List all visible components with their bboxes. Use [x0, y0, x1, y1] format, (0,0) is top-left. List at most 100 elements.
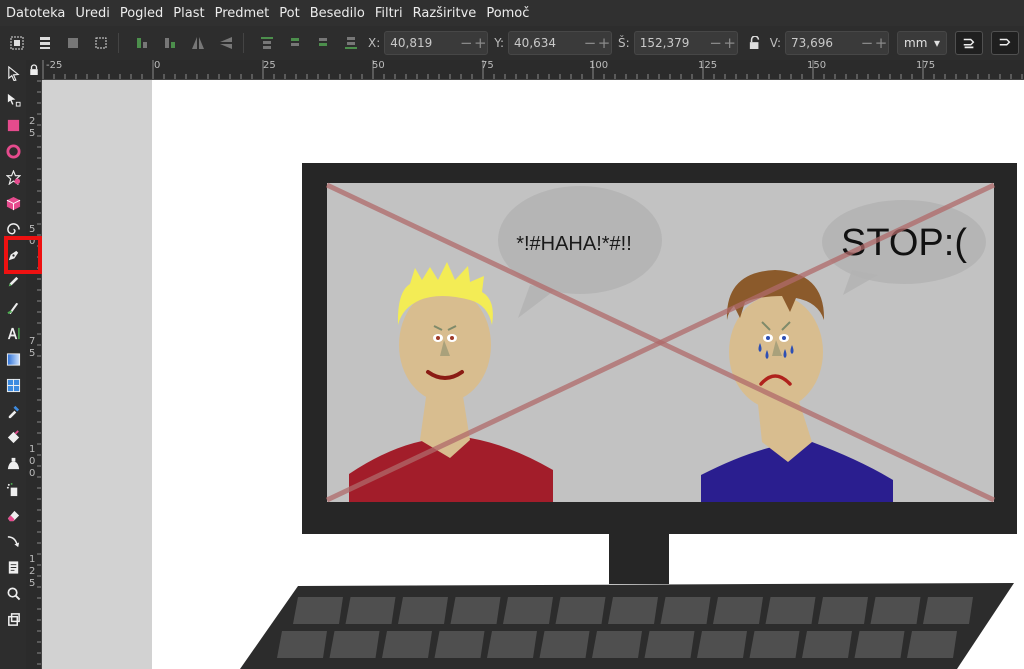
ruler-label: 0 — [29, 456, 36, 467]
keyboard-key — [555, 597, 606, 624]
keyboard-key — [277, 631, 327, 658]
select-all-icon[interactable] — [6, 32, 28, 54]
decrement-icon[interactable]: − — [860, 34, 874, 52]
keyboard-key — [713, 597, 763, 624]
paint-bucket-icon[interactable] — [2, 426, 24, 448]
separator — [243, 33, 244, 53]
deselect-icon[interactable] — [90, 32, 112, 54]
zoom-tool-icon[interactable] — [2, 582, 24, 604]
eraser-tool-icon[interactable] — [2, 504, 24, 526]
rectangle-tool-icon[interactable] — [2, 114, 24, 136]
text-tool-icon[interactable] — [2, 322, 24, 344]
keyboard-key — [765, 597, 816, 624]
ruler-label: 25 — [263, 60, 276, 71]
menu-file[interactable]: Datoteka — [6, 6, 65, 21]
keyboard-key — [398, 597, 448, 624]
flip-horizontal-icon[interactable] — [187, 32, 209, 54]
unit-dropdown[interactable]: mm ▾ — [897, 31, 947, 55]
ruler-ticks — [42, 60, 1023, 79]
keyboard-key — [923, 597, 973, 624]
keyboard-key — [802, 631, 852, 658]
menu-edit[interactable]: Uredi — [75, 6, 109, 21]
width-label: Š: — [618, 36, 630, 50]
keyboard-key — [329, 631, 380, 658]
keyboard-key — [539, 631, 590, 658]
decrement-icon[interactable]: − — [709, 34, 723, 52]
lower-icon[interactable] — [312, 32, 334, 54]
monitor-stand[interactable] — [609, 533, 669, 584]
menu-filters[interactable]: Filtri — [375, 6, 403, 21]
keyboard-key — [697, 631, 747, 658]
rotate-cw-icon[interactable] — [159, 32, 181, 54]
width-input[interactable] — [634, 32, 709, 54]
lock-ratio-icon[interactable] — [746, 32, 764, 54]
selector-arrow-icon[interactable] — [2, 62, 24, 84]
select-same-icon[interactable] — [62, 32, 84, 54]
ruler-label: 0 — [29, 468, 36, 479]
x-spinbox[interactable]: −+ — [384, 31, 489, 55]
height-label: V: — [769, 36, 781, 50]
node-editor-icon[interactable] — [2, 88, 24, 110]
snap-toggle-icon[interactable] — [991, 31, 1019, 55]
mesh-tool-icon[interactable] — [2, 374, 24, 396]
menu-view[interactable]: Pogled — [120, 6, 163, 21]
rotate-ccw-icon[interactable] — [131, 32, 153, 54]
drawing[interactable]: *!#HAHA!*#!! STOP:( — [42, 80, 1024, 669]
spray-tool-icon[interactable] — [2, 478, 24, 500]
gradient-tool-icon[interactable] — [2, 348, 24, 370]
keyboard-key — [592, 631, 642, 658]
vertical-ruler[interactable]: 2 5 5 0 7 5 1 0 0 1 2 5 — [26, 80, 42, 669]
star-tool-icon[interactable] — [2, 166, 24, 188]
increment-icon[interactable]: + — [723, 34, 737, 52]
ruler-label: 1 — [29, 444, 36, 455]
ruler-label: 5 — [29, 578, 36, 589]
3d-box-tool-icon[interactable] — [2, 192, 24, 214]
height-input[interactable] — [786, 32, 860, 54]
raise-to-top-icon[interactable] — [256, 32, 278, 54]
ruler-label: 50 — [372, 60, 385, 71]
keyboard-key — [608, 597, 658, 624]
dropper-tool-icon[interactable] — [2, 400, 24, 422]
keyboard-key — [660, 597, 711, 624]
menu-layer[interactable]: Plast — [173, 6, 204, 21]
menu-object[interactable]: Predmet — [215, 6, 270, 21]
tweak-tool-icon[interactable] — [2, 452, 24, 474]
menu-path[interactable]: Pot — [279, 6, 299, 21]
y-input[interactable] — [509, 32, 584, 54]
y-spinbox[interactable]: −+ — [508, 31, 613, 55]
height-spinbox[interactable]: −+ — [785, 31, 889, 55]
ruler-label: -25 — [46, 60, 63, 71]
decrement-icon[interactable]: − — [459, 34, 473, 52]
increment-icon[interactable]: + — [874, 34, 888, 52]
connector-tool-icon[interactable] — [2, 530, 24, 552]
bubble-left-text: *!#HAHA!*#!! — [516, 233, 632, 255]
tool-controls-bar: X: −+ Y: −+ Š: −+ V: −+ mm▾ — [0, 26, 1024, 60]
snap-options-icon[interactable] — [955, 31, 983, 55]
horizontal-ruler[interactable]: -25 0 25 50 75 100 125 150 175 — [42, 60, 1024, 80]
calligraphy-tool-icon[interactable] — [2, 296, 24, 318]
increment-icon[interactable]: + — [473, 34, 487, 52]
separator — [118, 33, 119, 53]
ruler-label: 75 — [481, 60, 494, 71]
flip-vertical-icon[interactable] — [215, 32, 237, 54]
increment-icon[interactable]: + — [597, 34, 611, 52]
ruler-lock-icon[interactable] — [26, 60, 42, 80]
keyboard[interactable] — [240, 583, 1014, 669]
ruler-label: 1 — [29, 554, 36, 565]
measure-tool-icon[interactable] — [2, 608, 24, 630]
keyboard-key — [487, 631, 537, 658]
raise-icon[interactable] — [284, 32, 306, 54]
decrement-icon[interactable]: − — [583, 34, 597, 52]
x-input[interactable] — [385, 32, 460, 54]
menu-extensions[interactable]: Razširitve — [413, 6, 477, 21]
width-spinbox[interactable]: −+ — [633, 31, 738, 55]
ruler-label: 125 — [698, 60, 718, 71]
ellipse-tool-icon[interactable] — [2, 140, 24, 162]
keyboard-key — [293, 597, 343, 624]
pages-tool-icon[interactable] — [2, 556, 24, 578]
select-all-layers-icon[interactable] — [34, 32, 56, 54]
menu-text[interactable]: Besedilo — [310, 6, 365, 21]
ruler-label: 7 — [29, 336, 36, 347]
menu-help[interactable]: Pomoč — [486, 6, 529, 21]
lower-to-bottom-icon[interactable] — [340, 32, 362, 54]
